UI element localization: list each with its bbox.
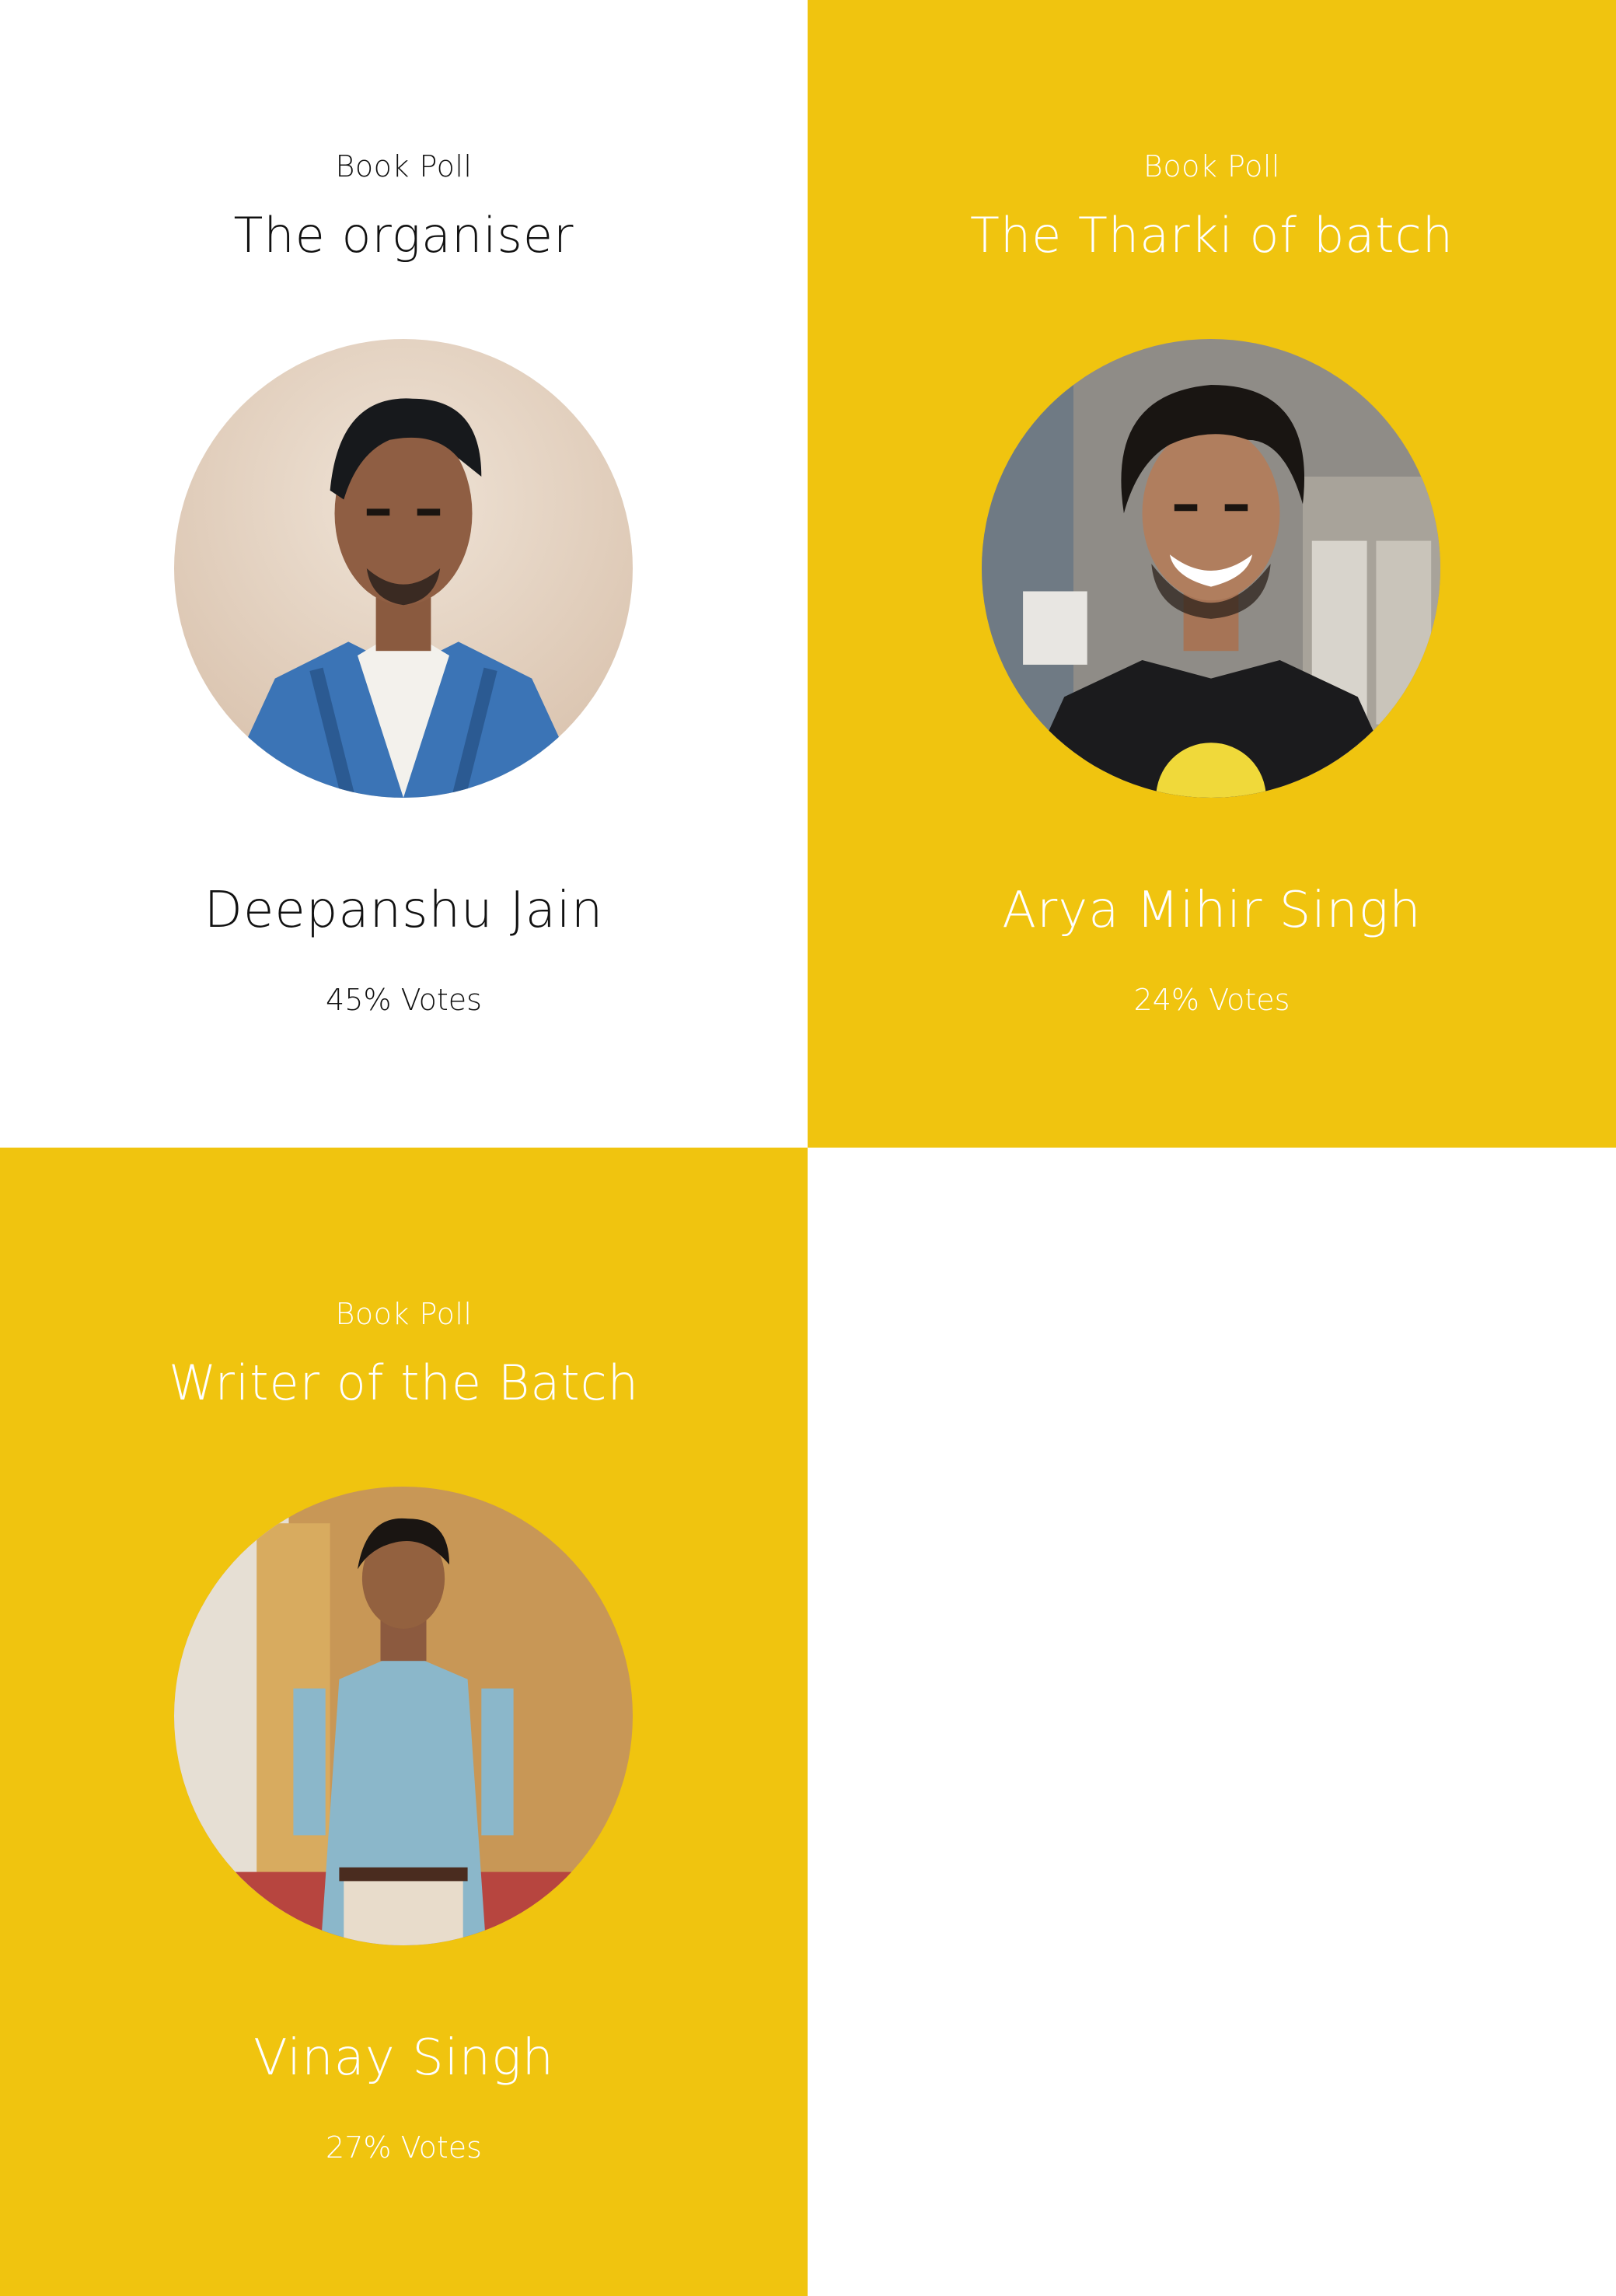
avatar bbox=[174, 339, 633, 798]
avatar bbox=[174, 1487, 633, 1945]
candidate-name: Arya Mihir Singh bbox=[1002, 882, 1422, 939]
poll-kicker: Book Poll bbox=[1143, 149, 1280, 183]
vote-percentage: 24% bbox=[1133, 983, 1199, 1017]
vote-share: 45% Votes bbox=[0, 983, 808, 1017]
vote-label: Votes bbox=[1209, 983, 1290, 1017]
poll-title: Writer of the Batch bbox=[168, 1354, 640, 1411]
avatar bbox=[982, 339, 1440, 798]
poll-card-organiser: Book Poll The organiser Deepanshu Jain 4… bbox=[0, 0, 808, 1148]
poll-kicker: Book Poll bbox=[335, 149, 473, 183]
vote-share: 24% Votes bbox=[808, 983, 1616, 1017]
portrait-image bbox=[982, 339, 1440, 798]
vote-label: Votes bbox=[400, 983, 482, 1017]
portrait-image bbox=[174, 1487, 633, 1945]
empty-panel bbox=[808, 1148, 1616, 2296]
poll-card-tharki: Book Poll The Tharki of batch Arya Mihir… bbox=[808, 0, 1616, 1148]
poll-title: The Tharki of batch bbox=[969, 207, 1454, 264]
vote-percentage: 27% bbox=[326, 2130, 392, 2165]
poll-title: The organiser bbox=[233, 207, 574, 264]
candidate-name: Vinay Singh bbox=[253, 2029, 555, 2087]
poll-card-writer: Book Poll Writer of the Batch Vinay Sing… bbox=[0, 1148, 808, 2296]
candidate-name: Deepanshu Jain bbox=[204, 882, 604, 939]
vote-share: 27% Votes bbox=[0, 2130, 808, 2165]
poll-grid: Book Poll The organiser Deepanshu Jain 4… bbox=[0, 0, 1616, 2296]
poll-kicker: Book Poll bbox=[335, 1297, 473, 1331]
vote-label: Votes bbox=[400, 2130, 482, 2165]
vote-percentage: 45% bbox=[326, 983, 392, 1017]
portrait-image bbox=[174, 339, 633, 798]
